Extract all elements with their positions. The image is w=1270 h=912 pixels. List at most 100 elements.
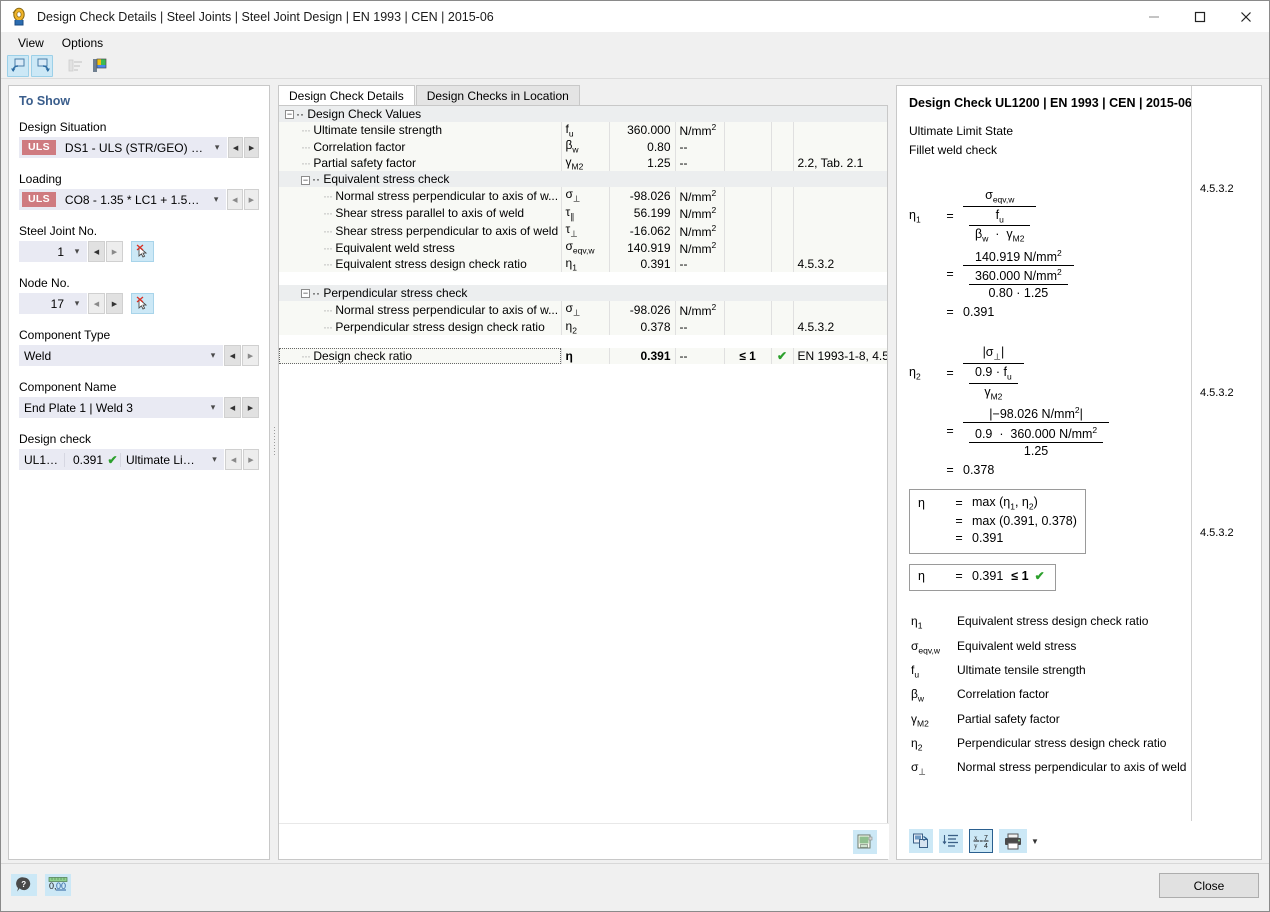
- export-detail-icon[interactable]: [909, 829, 933, 853]
- table-row[interactable]: ··· Shear stress parallel to axis of wel…: [279, 204, 887, 222]
- expand-collapse-icon[interactable]: −: [301, 289, 310, 299]
- design-check-next-button[interactable]: ▶: [242, 449, 260, 470]
- tree-line-icon: ···: [301, 155, 311, 170]
- svg-text:4: 4: [984, 843, 988, 850]
- design-situation-next-button[interactable]: ▶: [244, 137, 259, 158]
- table-row[interactable]: − ·· Perpendicular stress check: [279, 285, 887, 302]
- design-check-combo[interactable]: UL1200 0.391 ✔ Ultimate Limit ... ▾: [19, 449, 225, 470]
- table-row[interactable]: ··· Correlation factor βw 0.80 --: [279, 138, 887, 155]
- component-name-prev-button[interactable]: ◀: [224, 397, 241, 418]
- menu-view[interactable]: View: [9, 34, 53, 52]
- row-value: 0.391: [609, 347, 676, 364]
- table-row[interactable]: ··· Equivalent weld stress σeqv,w 140.919 N…: [279, 239, 887, 256]
- component-name-combo[interactable]: End Plate 1 | Weld 3 ▾: [19, 397, 223, 418]
- expand-collapse-icon[interactable]: −: [285, 110, 294, 120]
- row-symbol: σ⊥: [561, 187, 610, 205]
- print-dropdown-icon[interactable]: ▼: [1031, 837, 1039, 846]
- row-value: 56.199: [609, 204, 676, 222]
- loading-prev-button[interactable]: ◀: [227, 189, 243, 210]
- chevron-down-icon[interactable]: ▾: [205, 350, 221, 361]
- table-row[interactable]: ··· Equivalent stress design check ratio…: [279, 255, 887, 273]
- row-value: 140.919: [609, 239, 676, 256]
- close-window-button[interactable]: [1223, 1, 1269, 32]
- units-icon[interactable]: 0, 00: [45, 874, 71, 896]
- status-bar: ? 0, 00 Close: [1, 863, 1269, 911]
- list-view-icon[interactable]: [64, 55, 86, 77]
- row-description: ··· Perpendicular stress design check ra…: [279, 318, 562, 335]
- row-unit: --: [675, 318, 725, 335]
- component-type-prev-button[interactable]: ◀: [224, 345, 241, 366]
- design-check-prev-button[interactable]: ◀: [225, 449, 242, 470]
- node-pick-icon[interactable]: [131, 293, 154, 314]
- numbered-list-icon[interactable]: [939, 829, 963, 853]
- row-unit: [675, 171, 724, 188]
- row-symbol: [561, 285, 609, 302]
- row-symbol: σ⊥: [561, 301, 610, 319]
- close-button[interactable]: Close: [1159, 873, 1259, 898]
- chevron-down-icon[interactable]: ▾: [206, 454, 222, 465]
- table-row[interactable]: ··· Shear stress perpendicular to axis o…: [279, 221, 887, 240]
- previous-detail-icon[interactable]: [7, 54, 29, 77]
- table-row[interactable]: ··· Normal stress perpendicular to axis …: [279, 187, 887, 205]
- row-description: ··· Shear stress parallel to axis of wel…: [279, 204, 562, 222]
- next-detail-icon[interactable]: [31, 54, 53, 77]
- row-reference: [793, 138, 887, 155]
- component-type-combo[interactable]: Weld ▾: [19, 345, 223, 366]
- tab-design-checks-in-location[interactable]: Design Checks in Location: [415, 85, 580, 105]
- menu-options[interactable]: Options: [53, 34, 112, 52]
- chevron-down-icon[interactable]: ▾: [69, 246, 85, 257]
- legend-row: η1 Equivalent stress design check ratio: [911, 611, 1186, 633]
- loading-next-button[interactable]: ▶: [243, 189, 259, 210]
- eta1-value-den-num: 360.000 N/mm2: [975, 266, 1062, 283]
- design-situation-combo[interactable]: ULS DS1 - ULS (STR/GEO) - Perm... ▾: [19, 137, 228, 158]
- chevron-down-icon[interactable]: ▾: [209, 142, 225, 153]
- row-unit: --: [675, 347, 725, 364]
- minimize-button[interactable]: [1131, 1, 1177, 32]
- design-check-description: Ultimate Limit ...: [126, 452, 207, 467]
- row-symbol: fu: [561, 122, 610, 139]
- graphic-view-icon[interactable]: [88, 55, 110, 77]
- chevron-down-icon[interactable]: ▾: [205, 402, 221, 413]
- field-loading: Loading ULS CO8 - 1.35 * LC1 + 1.50 * LC…: [19, 172, 259, 210]
- table-row[interactable]: ··· Partial safety factor γM2 1.25 -- 2.2, T…: [279, 154, 887, 172]
- steel-joint-no-next-button[interactable]: ▶: [106, 241, 123, 262]
- maximize-button[interactable]: [1177, 1, 1223, 32]
- formula-fraction-icon[interactable]: x y = 7 4: [969, 829, 993, 853]
- eta2-numeric-fraction: |−98.026 N/mm2| 0.9 · 360.000 N/mm2 1.25: [963, 405, 1110, 458]
- table-row[interactable]: ··· Ultimate tensile strength fu 360.000 N/…: [279, 122, 887, 139]
- component-name-next-button[interactable]: ▶: [242, 397, 259, 418]
- table-row[interactable]: ··· Normal stress perpendicular to axis …: [279, 301, 887, 319]
- node-no-combo[interactable]: 17 ▾: [19, 293, 87, 314]
- steel-joint-pick-icon[interactable]: [131, 241, 154, 262]
- table-row[interactable]: ··· Design check ratio η 0.391 -- ≤ 1 ✔ EN 199…: [279, 347, 887, 364]
- tree-line-icon: ···: [323, 188, 333, 203]
- design-situation-prev-button[interactable]: ◀: [228, 137, 244, 158]
- eta1-value-numerator: 140.919 N/mm2: [975, 247, 1062, 264]
- table-row[interactable]: − ·· Design Check Values: [279, 106, 887, 122]
- chevron-down-icon[interactable]: ▾: [208, 194, 224, 205]
- table-row[interactable]: ··· Perpendicular stress design check ra…: [279, 318, 887, 335]
- node-no-next-button[interactable]: ▶: [106, 293, 123, 314]
- help-icon[interactable]: ?: [11, 874, 37, 896]
- table-row[interactable]: − ·· Equivalent stress check: [279, 171, 887, 188]
- panel-splitter[interactable]: [272, 425, 277, 467]
- steel-joint-no-combo[interactable]: 1 ▾: [19, 241, 87, 262]
- legend-row: σeqv,w Equivalent weld stress: [911, 636, 1186, 658]
- reference-eta1: 4.5.3.2: [1200, 183, 1234, 195]
- node-no-prev-button[interactable]: ◀: [88, 293, 105, 314]
- print-icon[interactable]: [999, 829, 1027, 853]
- eta1-lhs: η1: [909, 207, 921, 225]
- legend-symbol: η1: [911, 614, 923, 631]
- export-table-icon[interactable]: [853, 829, 877, 854]
- steel-joint-no-prev-button[interactable]: ◀: [88, 241, 105, 262]
- component-type-next-button[interactable]: ▶: [242, 345, 259, 366]
- legend-description: Partial safety factor: [957, 711, 1060, 726]
- row-symbol: γM2: [561, 154, 610, 172]
- row-unit: N/mm2: [675, 221, 725, 240]
- row-value: -98.026: [609, 187, 676, 205]
- loading-combo[interactable]: ULS CO8 - 1.35 * LC1 + 1.50 * LC4 ▾: [19, 189, 227, 210]
- app-icon: [8, 6, 30, 28]
- chevron-down-icon[interactable]: ▾: [69, 298, 85, 309]
- expand-collapse-icon[interactable]: −: [301, 175, 310, 185]
- tab-design-check-details[interactable]: Design Check Details: [278, 85, 415, 105]
